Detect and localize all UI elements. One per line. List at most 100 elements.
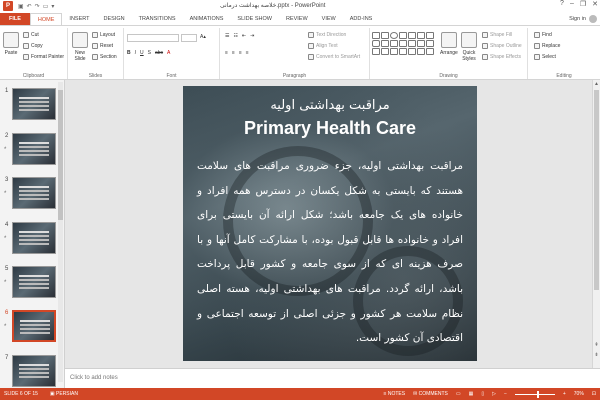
slide-thumbnail-4[interactable]: 4 *	[0, 222, 60, 262]
slide-title-english[interactable]: Primary Health Care	[183, 118, 477, 139]
bold-icon[interactable]: B	[127, 50, 131, 56]
close-button[interactable]: ✕	[592, 0, 598, 8]
shape-cloud-icon[interactable]	[399, 48, 407, 55]
slide-thumbnail-2[interactable]: 2 *	[0, 133, 60, 173]
slide-canvas[interactable]: مراقبت بهداشتی اولیه Primary Health Care…	[183, 86, 477, 361]
help-button[interactable]: ?	[560, 0, 564, 8]
section-button[interactable]: Section	[92, 54, 117, 60]
customize-qat-icon[interactable]: ▾	[51, 3, 54, 10]
replace-button[interactable]: Replace	[534, 43, 560, 49]
shape-outline-button[interactable]: Shape Outline	[482, 43, 522, 49]
shape-star-icon[interactable]	[399, 40, 407, 47]
justify-icon[interactable]: ≡	[246, 50, 249, 56]
text-direction-button[interactable]: Text Direction	[308, 32, 346, 38]
notes-toggle[interactable]: ≡ NOTES	[384, 391, 406, 397]
tab-transitions[interactable]: TRANSITIONS	[132, 13, 183, 25]
copy-button[interactable]: Copy	[23, 43, 43, 49]
find-button[interactable]: Find	[534, 32, 552, 38]
redo-icon[interactable]: ↷	[35, 3, 40, 10]
numbering-icon[interactable]: ☷	[233, 33, 237, 39]
italic-icon[interactable]: I	[135, 50, 136, 56]
shape-heart-icon[interactable]	[390, 48, 398, 55]
tab-slide-show[interactable]: SLIDE SHOW	[230, 13, 279, 25]
layout-button[interactable]: Layout	[92, 32, 115, 38]
font-name-select[interactable]	[127, 34, 179, 42]
bullets-icon[interactable]: ☰	[225, 33, 229, 39]
shape-hexagon-icon[interactable]	[408, 48, 416, 55]
tab-design[interactable]: DESIGN	[97, 13, 132, 25]
save-icon[interactable]: ▣	[18, 3, 24, 10]
slide-thumbnail-6[interactable]: 6 *	[0, 310, 60, 350]
shape-triangle-icon[interactable]	[399, 32, 407, 39]
quick-styles-button[interactable]: Quick Styles	[460, 32, 478, 62]
tab-insert[interactable]: INSERT	[62, 13, 96, 25]
arrange-button[interactable]: Arrange	[440, 32, 458, 56]
slide-body-text[interactable]: مراقبت بهداشتی اولیه، جزء ضروری مراقبت ه…	[197, 154, 463, 351]
shape-brace-icon[interactable]	[408, 40, 416, 47]
language-indicator[interactable]: ▣ PERSIAN	[50, 391, 78, 397]
shape-fill-button[interactable]: Shape Fill	[482, 32, 512, 38]
zoom-level[interactable]: 70%	[574, 391, 584, 397]
shape-rectangle-icon[interactable]	[381, 32, 389, 39]
shape-effects-button[interactable]: Shape Effects	[482, 54, 521, 60]
scroll-up-icon[interactable]: ▲	[593, 81, 600, 87]
shape-flowchart-icon[interactable]	[381, 48, 389, 55]
font-color-icon[interactable]: A	[167, 50, 170, 56]
zoom-out-icon[interactable]: −	[504, 391, 507, 397]
slide-sorter-icon[interactable]: ▦	[469, 391, 474, 397]
avatar[interactable]	[589, 15, 597, 23]
shape-rounded-rect-icon[interactable]	[372, 40, 380, 47]
shape-curve-icon[interactable]	[417, 40, 425, 47]
new-slide-button[interactable]: New Slide	[71, 32, 89, 62]
align-center-icon[interactable]: ≡	[232, 50, 235, 56]
font-size-select[interactable]	[181, 34, 197, 42]
notes-pane[interactable]: Click to add notes	[65, 368, 600, 388]
minimize-button[interactable]: –	[570, 0, 574, 8]
undo-icon[interactable]: ↶	[27, 3, 32, 10]
slide-thumbnail-3[interactable]: 3 *	[0, 177, 60, 217]
slide-thumbnail-5[interactable]: 5 *	[0, 266, 60, 306]
reading-view-icon[interactable]: ▯	[481, 391, 484, 397]
tab-file[interactable]: FILE	[0, 13, 30, 25]
underline-icon[interactable]: U	[140, 50, 144, 56]
start-slideshow-icon[interactable]: ▭	[43, 3, 49, 10]
decrease-indent-icon[interactable]: ⇤	[242, 33, 246, 39]
zoom-in-icon[interactable]: +	[563, 391, 566, 397]
grow-font-icon[interactable]: A▴	[200, 34, 206, 40]
fit-slide-icon[interactable]: ⊡	[592, 391, 596, 397]
previous-slide-icon[interactable]: ⇞	[593, 342, 600, 348]
tab-review[interactable]: REVIEW	[279, 13, 315, 25]
shape-textbox-icon[interactable]	[372, 32, 380, 39]
slide-scrollbar[interactable]: ▲ ⇞ ⇟	[592, 80, 600, 368]
tab-home[interactable]: HOME	[29, 13, 63, 25]
align-right-icon[interactable]: ≡	[239, 50, 242, 56]
reset-button[interactable]: Reset	[92, 43, 113, 49]
shape-line-icon[interactable]	[408, 32, 416, 39]
tab-add-ins[interactable]: ADD-INS	[343, 13, 380, 25]
strikethrough-icon[interactable]: abc	[155, 50, 163, 56]
slide-title-persian[interactable]: مراقبت بهداشتی اولیه	[183, 98, 477, 113]
shadow-icon[interactable]: S	[148, 50, 151, 56]
align-left-icon[interactable]: ≡	[225, 50, 228, 56]
slideshow-view-icon[interactable]: ▷	[492, 391, 496, 397]
restore-button[interactable]: ❐	[580, 0, 586, 8]
shape-cube-icon[interactable]	[417, 48, 425, 55]
tab-animations[interactable]: ANIMATIONS	[183, 13, 231, 25]
align-text-button[interactable]: Align Text	[308, 43, 338, 49]
shape-oval-icon[interactable]	[390, 32, 398, 39]
format-painter-button[interactable]: Format Painter	[23, 54, 64, 60]
normal-view-icon[interactable]: ▭	[456, 391, 461, 397]
shape-arrow-icon[interactable]	[417, 32, 425, 39]
increase-indent-icon[interactable]: ⇥	[250, 33, 254, 39]
slide-thumbnail-1[interactable]: 1	[0, 88, 60, 128]
tab-view[interactable]: VIEW	[315, 13, 343, 25]
shape-more-icon[interactable]	[426, 32, 434, 39]
select-button[interactable]: Select	[534, 54, 556, 60]
zoom-slider[interactable]	[514, 390, 555, 398]
next-slide-icon[interactable]: ⇟	[593, 352, 600, 358]
cut-button[interactable]: Cut	[23, 32, 39, 38]
shape-freeform-icon[interactable]	[426, 40, 434, 47]
shape-block-arrow-icon[interactable]	[372, 48, 380, 55]
sign-in-link[interactable]: Sign in	[569, 16, 586, 22]
shape-callout-icon[interactable]	[390, 40, 398, 47]
